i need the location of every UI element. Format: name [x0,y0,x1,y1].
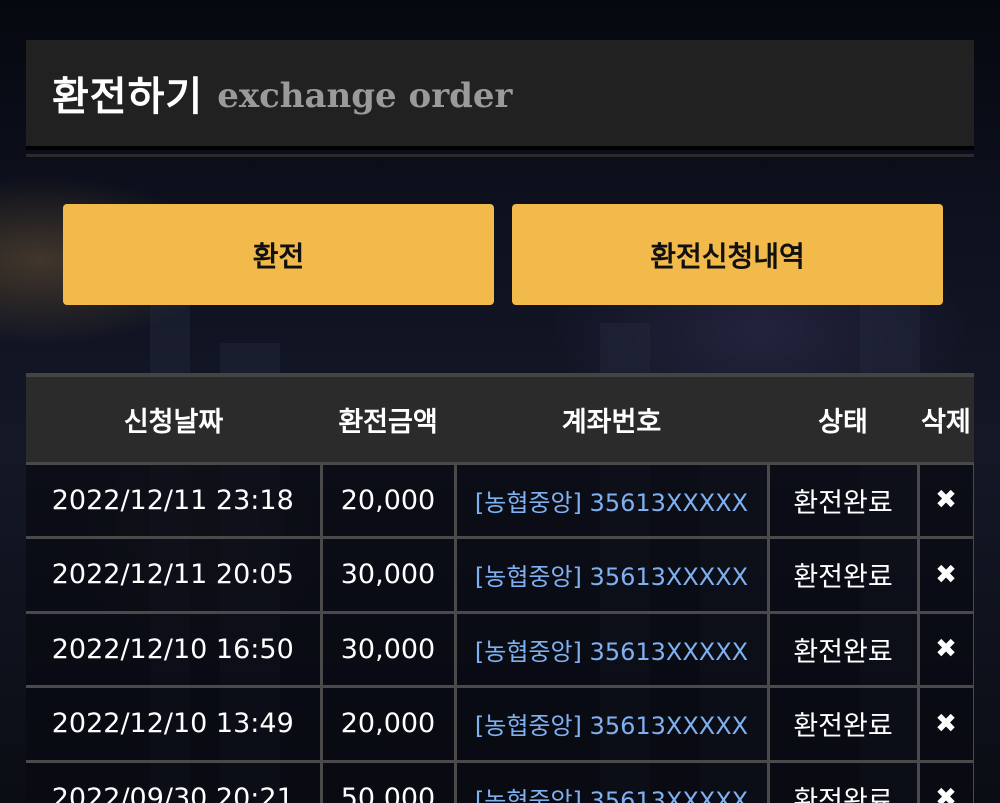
cell-amount: 20,000 [319,685,457,763]
table-row: 2022/12/10 13:49 20,000 [농협중앙] 35613XXXX… [26,685,974,763]
table-row: 2022/12/10 16:50 30,000 [농협중앙] 35613XXXX… [26,610,974,688]
cell-status: 환전완료 [766,461,920,539]
page-header: 환전하기 exchange order [26,40,974,150]
cell-amount: 30,000 [319,536,457,614]
table-row: 2022/12/11 23:18 20,000 [농협중앙] 35613XXXX… [26,461,974,539]
cell-status: 환전완료 [766,610,920,688]
exchange-table-container: 신청날짜 환전금액 계좌번호 상태 삭제 2022/12/11 23:18 20… [26,373,974,803]
table-row: 2022/12/11 20:05 30,000 [농협중앙] 35613XXXX… [26,536,974,614]
column-header-status: 상태 [818,406,868,438]
page-title: 환전하기 [52,74,204,120]
table-row: 2022/09/30 20:21 50,000 [농협중앙] 35613XXXX… [26,759,974,803]
cell-account: [농협중앙] 35613XXXXX [453,685,770,763]
close-icon[interactable]: ✖ [916,461,974,539]
cell-date: 2022/09/30 20:21 [26,759,323,803]
cell-date: 2022/12/11 20:05 [26,536,323,614]
header-divider [26,154,974,157]
cell-amount: 30,000 [319,610,457,688]
cell-status: 환전완료 [766,536,920,614]
cell-date: 2022/12/10 13:49 [26,685,323,763]
column-header-delete: 삭제 [921,406,971,438]
column-header-date: 신청날짜 [123,406,224,438]
cell-status: 환전완료 [766,759,920,803]
table-header-row: 신청날짜 환전금액 계좌번호 상태 삭제 [26,375,974,463]
close-icon[interactable]: ✖ [916,610,974,688]
cell-date: 2022/12/10 16:50 [26,610,323,688]
exchange-table: 신청날짜 환전금액 계좌번호 상태 삭제 2022/12/11 23:18 20… [26,373,974,803]
cell-account: [농협중앙] 35613XXXXX [453,610,770,688]
cell-date: 2022/12/11 23:18 [26,461,323,539]
close-icon[interactable]: ✖ [916,759,974,803]
cell-amount: 50,000 [319,759,457,803]
cell-amount: 20,000 [319,461,457,539]
column-header-amount: 환전금액 [338,406,438,438]
cell-account: [농협중앙] 35613XXXXX [453,759,770,803]
close-icon[interactable]: ✖ [916,685,974,763]
exchange-button[interactable]: 환전 [63,204,494,305]
page-subtitle: exchange order [217,76,513,116]
cell-account: [농협중앙] 35613XXXXX [453,536,770,614]
column-header-account: 계좌번호 [561,406,662,438]
cell-account: [농협중앙] 35613XXXXX [453,461,770,539]
cell-status: 환전완료 [766,685,920,763]
exchange-history-button[interactable]: 환전신청내역 [512,204,943,305]
close-icon[interactable]: ✖ [916,536,974,614]
